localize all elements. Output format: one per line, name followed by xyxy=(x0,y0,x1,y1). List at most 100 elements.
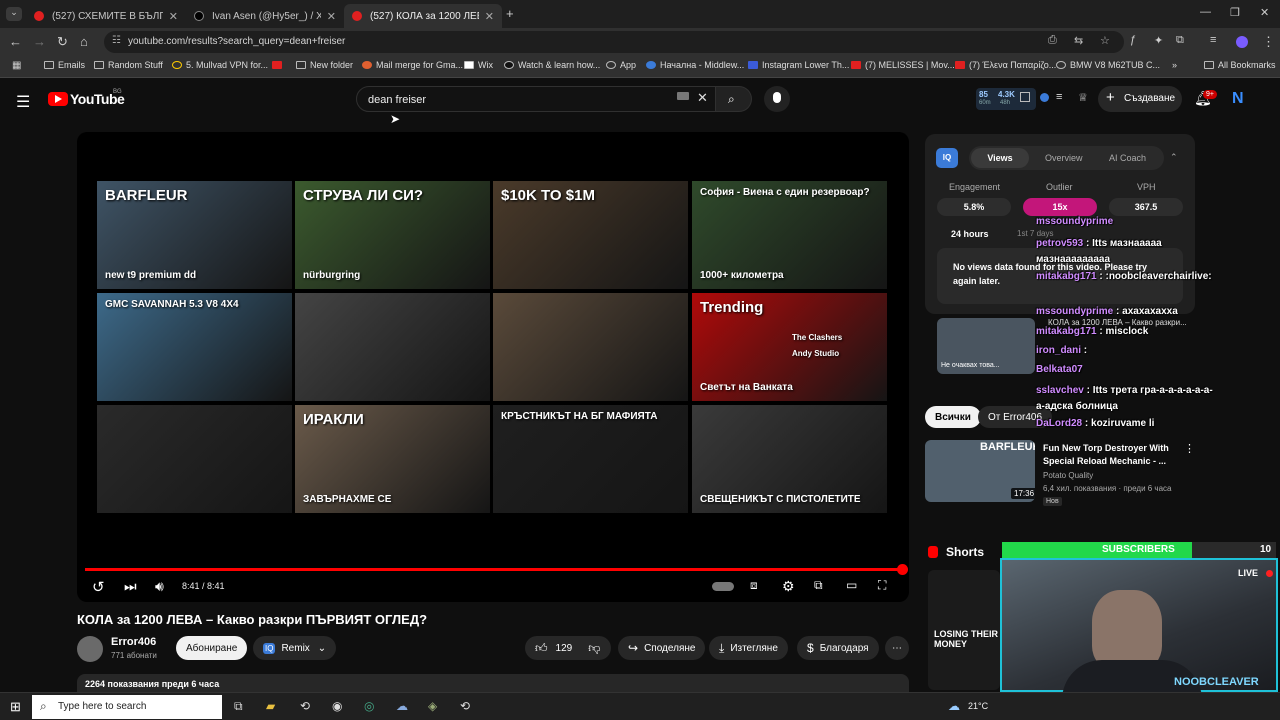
endscreen-thumb[interactable]: КРЪСТНИКЪТ НА БГ МАФИЯТА xyxy=(493,405,688,513)
endscreen-thumb[interactable] xyxy=(493,293,688,401)
download-button[interactable]: ⤓ Изтегляне xyxy=(709,636,788,660)
channel-name[interactable]: Error406 xyxy=(111,636,156,648)
bookmark-item[interactable]: Emails xyxy=(44,60,85,70)
description-box[interactable]: 2264 показвания преди 6 часа xyxy=(77,674,909,692)
subscribe-button[interactable]: Абониране xyxy=(176,636,248,660)
endscreen-thumb[interactable]: СТРУВА ЛИ СИ? nürburgring xyxy=(295,181,490,289)
endscreen-thumb[interactable]: ИРАКЛИ ЗАВЪРНАХМЕ СЕ xyxy=(295,405,490,513)
new-tab-icon[interactable]: + xyxy=(506,6,514,21)
account-avatar[interactable]: N xyxy=(1232,90,1244,108)
extension-icon[interactable]: ƒ xyxy=(1130,34,1136,46)
close-tab-icon[interactable]: ✕ xyxy=(485,10,494,23)
theater-mode-icon[interactable]: ▭ xyxy=(846,578,857,592)
chrome-icon[interactable]: ◎ xyxy=(364,699,374,713)
bookmark-item[interactable]: Mail merge for Gma... xyxy=(362,60,463,70)
filter-all-chip[interactable]: Всички xyxy=(925,406,981,428)
list-icon[interactable]: ≡ xyxy=(1056,91,1062,103)
trophy-icon[interactable]: ♕ xyxy=(1078,91,1088,104)
thanks-button[interactable]: $ Благодаря xyxy=(797,636,879,660)
home-icon[interactable]: ⌂ xyxy=(80,34,88,49)
bookmark-star-icon[interactable]: ☆ xyxy=(1100,34,1110,47)
bookmark-item[interactable]: Instagram Lower Th... xyxy=(748,60,849,70)
autoplay-toggle[interactable] xyxy=(712,582,734,591)
bookmark-item[interactable]: New folder xyxy=(296,60,353,70)
app-icon[interactable]: ⟲ xyxy=(300,699,310,713)
like-icon[interactable]: 👍︎ xyxy=(535,641,548,656)
more-actions-icon[interactable]: ⋯ xyxy=(885,636,909,660)
bookmark-item[interactable]: BMW V8 M62TUB C... xyxy=(1056,60,1160,70)
obs-icon[interactable]: ◉ xyxy=(332,699,342,713)
bookmark-item[interactable]: 5. Mullvad VPN for... xyxy=(172,60,268,70)
settings-gear-icon[interactable]: ⚙︎ xyxy=(782,578,795,595)
close-tab-icon[interactable]: ✕ xyxy=(169,10,178,23)
back-icon[interactable]: ← xyxy=(9,34,22,49)
taskbar-search-input[interactable]: ⌕ Type here to search xyxy=(32,695,222,719)
windows-start-icon[interactable]: ⊞ xyxy=(10,699,21,715)
miniplayer-icon[interactable]: ⧉ xyxy=(814,578,823,593)
period-24h[interactable]: 24 hours xyxy=(951,229,989,239)
collapse-icon[interactable]: ⌃ xyxy=(1170,152,1178,163)
related-thumb[interactable]: Не очаквах това... xyxy=(937,318,1035,374)
recommended-thumb[interactable]: BARFLEUR 17:36 xyxy=(925,440,1035,502)
translate-icon[interactable]: ⇆ xyxy=(1074,34,1083,47)
short-thumb[interactable]: LOSING THEIR MONEY xyxy=(928,570,1000,690)
discord-icon[interactable]: ◈ xyxy=(428,699,437,713)
endscreen-thumb[interactable]: GMC SAVANNAH 5.3 V8 4X4 xyxy=(97,293,292,401)
more-bookmarks-icon[interactable]: » xyxy=(1172,60,1177,70)
recommended-title[interactable]: Fun New Torp Destroyer With Special Relo… xyxy=(1043,442,1175,467)
task-view-icon[interactable]: ⧉ xyxy=(234,699,243,714)
create-button[interactable]: + Създаване xyxy=(1098,86,1182,112)
endscreen-thumb[interactable] xyxy=(295,293,490,401)
vidiq-icon[interactable] xyxy=(1040,93,1049,102)
extensions-puzzle-icon[interactable]: ⧉ xyxy=(1176,34,1184,47)
browser-tab-2[interactable]: Ivan Asen (@Hy5er_) / X ✕ xyxy=(186,4,344,28)
more-options-icon[interactable]: ⋮ xyxy=(1184,442,1195,455)
clear-search-icon[interactable]: ✕ xyxy=(697,90,708,106)
tab-overview[interactable]: Overview xyxy=(1045,153,1083,163)
steam-icon[interactable]: ☁ xyxy=(396,699,408,713)
all-bookmarks-link[interactable]: All Bookmarks xyxy=(1204,60,1276,70)
bookmark-item[interactable]: Начална - Middlew... xyxy=(646,60,744,70)
app-icon[interactable]: ⟲ xyxy=(460,699,470,713)
next-video-icon[interactable]: ⏭︎ xyxy=(124,578,137,595)
bookmark-item[interactable]: (7) MELISSES | Mov... xyxy=(851,60,955,70)
endscreen-thumb[interactable]: $10K TO $1M xyxy=(493,181,688,289)
media-icon[interactable]: ≡ xyxy=(1210,34,1216,46)
endscreen-thumb[interactable]: BARFLEUR new t9 premium dd xyxy=(97,181,292,289)
hamburger-menu-icon[interactable]: ☰ xyxy=(16,92,30,112)
endscreen-thumb[interactable]: София - Виена с един резервоар? 1000+ кил… xyxy=(692,181,887,289)
search-input[interactable]: dean freiser ✕ xyxy=(356,86,716,112)
install-icon[interactable]: ⎙ xyxy=(1048,34,1057,47)
extension-icon[interactable]: ✦ xyxy=(1154,34,1163,47)
profile-avatar[interactable] xyxy=(1236,36,1248,48)
progress-scrubber[interactable] xyxy=(897,564,908,575)
bookmark-item[interactable]: (7) Έλενα Παπαρίζο... xyxy=(955,60,1056,70)
video-progress-bar[interactable] xyxy=(85,564,908,575)
tab-search-button[interactable]: ⌄ xyxy=(6,7,22,21)
share-button[interactable]: ↪ Споделяне xyxy=(618,636,706,660)
menu-dots-icon[interactable]: ⋮ xyxy=(1262,34,1275,50)
fullscreen-icon[interactable]: ⛶ xyxy=(878,578,886,593)
keyboard-icon[interactable] xyxy=(677,92,689,100)
minimize-icon[interactable]: — xyxy=(1200,6,1211,18)
endscreen-thumb[interactable] xyxy=(97,405,292,513)
file-explorer-icon[interactable]: ▰ xyxy=(266,699,275,713)
voice-search-button[interactable] xyxy=(764,86,790,112)
url-input[interactable]: ☷ youtube.com/results?search_query=dean+… xyxy=(104,31,1124,53)
close-tab-icon[interactable]: ✕ xyxy=(327,10,336,23)
browser-tab-3[interactable]: (527) КОЛА за 1200 ЛЕВА – Ка ✕ xyxy=(344,4,502,28)
extension-stats-widget[interactable]: 85 60m 4.3K 48h xyxy=(976,88,1036,110)
replay-icon[interactable]: ↺ xyxy=(92,578,105,596)
youtube-logo-icon[interactable] xyxy=(48,92,68,106)
tab-views[interactable]: Views xyxy=(971,148,1029,168)
bookmark-item[interactable]: Random Stuff xyxy=(94,60,163,70)
apps-grid-icon[interactable]: ▦ xyxy=(12,60,21,71)
endscreen-thumb[interactable]: Trending Светът на Ванката The Clashers And… xyxy=(692,293,887,401)
remix-button[interactable]: IQ Remix ⌄ xyxy=(253,636,337,660)
forward-icon[interactable]: → xyxy=(33,34,46,49)
endscreen-thumb[interactable]: СВЕЩЕНИКЪТ С ПИСТОЛЕТИТЕ xyxy=(692,405,887,513)
bookmark-item[interactable]: Watch & learn how... xyxy=(504,60,600,70)
browser-tab-1[interactable]: (527) СХЕМИТЕ В БЪЛГАРСКИ ✕ xyxy=(26,4,186,28)
restore-icon[interactable]: ❐ xyxy=(1230,6,1240,19)
volume-icon[interactable]: 🔊︎ xyxy=(155,578,164,595)
